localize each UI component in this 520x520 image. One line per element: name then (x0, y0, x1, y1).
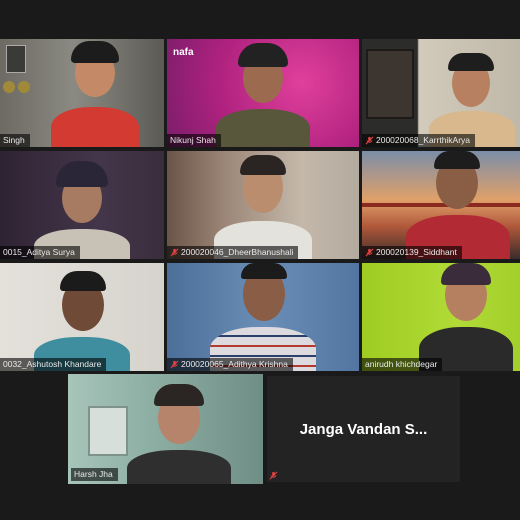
video-feed (0, 151, 164, 259)
participant-nameplate: Nikunj Shah (167, 134, 221, 147)
microphone-muted-icon (365, 248, 374, 257)
microphone-muted-icon (269, 471, 278, 480)
participant-name: 0032_Ashutosh Khandare (3, 359, 102, 369)
microphone-muted-icon (365, 136, 374, 145)
participant-silhouette (113, 374, 243, 484)
video-feed (362, 151, 520, 259)
participant-name: 200020046_DheerBhanushali (181, 247, 294, 257)
video-feed (167, 151, 359, 259)
microphone-muted-icon (170, 248, 179, 257)
participant-nameplate: 200020139_Siddhant (362, 246, 462, 259)
video-tile-nikunj-shah[interactable]: nafa Nikunj Shah (167, 39, 359, 147)
participant-silhouette (22, 151, 142, 259)
video-tile-harsh-jha-active-speaker[interactable]: Harsh Jha (68, 374, 263, 484)
video-tile-ashutosh-khandare[interactable]: 0032_Ashutosh Khandare (0, 263, 164, 371)
participant-silhouette (198, 39, 328, 147)
participant-name: Singh (3, 135, 25, 145)
participant-silhouette (198, 263, 328, 371)
video-feed (167, 263, 359, 371)
participant-silhouette (22, 263, 142, 371)
participant-name: Nikunj Shah (170, 135, 216, 145)
participant-nameplate: 0032_Ashutosh Khandare (0, 358, 107, 371)
video-off-tile-janga-vandan[interactable]: Janga Vandan S... (267, 376, 460, 482)
video-tile-karrthik-arya[interactable]: 200020068_KarrthikArya (362, 39, 520, 147)
video-feed (362, 39, 520, 147)
video-tile-anirudh-khichdegar[interactable]: anirudh khichdegar (362, 263, 520, 371)
participant-silhouette (411, 263, 520, 371)
participant-nameplate: 0015_Aditya Surya (0, 246, 80, 259)
participant-silhouette (398, 151, 518, 259)
video-tile-siddhant[interactable]: 200020139_Siddhant (362, 151, 520, 259)
participant-nameplate: 200020046_DheerBhanushali (167, 246, 299, 259)
video-feed (362, 263, 520, 371)
backdrop-logo: nafa (173, 47, 194, 58)
participant-silhouette (37, 39, 147, 147)
wall-decor (6, 45, 26, 73)
participant-nameplate: anirudh khichdegar (362, 358, 443, 371)
participant-silhouette (417, 39, 520, 147)
participant-name: anirudh khichdegar (365, 359, 438, 369)
participant-nameplate: 200020065_Adithya Krishna (167, 358, 293, 371)
participant-name: 200020068_KarrthikArya (376, 135, 471, 145)
video-feed (0, 39, 164, 147)
video-feed (0, 263, 164, 371)
participant-nameplate: Singh (0, 134, 30, 147)
bookshelf (366, 49, 414, 119)
participant-nameplate: 200020068_KarrthikArya (362, 134, 476, 147)
participant-name: 0015_Aditya Surya (3, 247, 75, 257)
participant-silhouette (198, 151, 328, 259)
video-tile-singh[interactable]: Singh (0, 39, 164, 147)
wall-decor (18, 81, 30, 93)
microphone-muted-icon (170, 360, 179, 369)
video-feed: nafa (167, 39, 359, 147)
video-tile-aditya-surya[interactable]: 0015_Aditya Surya (0, 151, 164, 259)
video-tile-dheer-bhanushali[interactable]: 200020046_DheerBhanushali (167, 151, 359, 259)
participant-name: 200020065_Adithya Krishna (181, 359, 288, 369)
participant-nameplate: Harsh Jha (71, 468, 118, 481)
participant-name: 200020139_Siddhant (376, 247, 457, 257)
participant-display-name: Janga Vandan S... (299, 420, 428, 438)
video-tile-adithya-krishna[interactable]: 200020065_Adithya Krishna (167, 263, 359, 371)
participant-name: Harsh Jha (74, 469, 113, 479)
wall-decor (3, 81, 15, 93)
